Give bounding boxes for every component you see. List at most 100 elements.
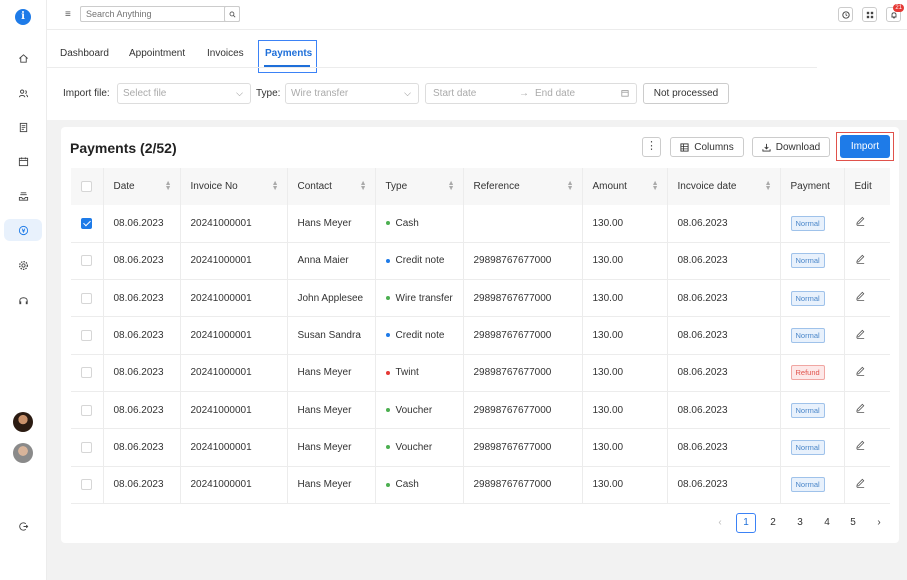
payments-icon[interactable] bbox=[4, 219, 42, 241]
cell-amount[interactable]: 130.00 bbox=[582, 466, 668, 504]
menu-icon[interactable]: ≡ bbox=[65, 9, 71, 20]
sort-icon[interactable]: ▲ ▼ bbox=[272, 180, 279, 192]
table-row[interactable]: 08.06.2023 20241000001 Susan Sandra Credit … bbox=[71, 316, 890, 355]
cell-amount[interactable]: 130.00 bbox=[582, 391, 668, 430]
sort-icon[interactable]: ▲ ▼ bbox=[567, 180, 574, 192]
cell-amount[interactable]: 130.00 bbox=[582, 279, 668, 318]
search-input[interactable] bbox=[81, 7, 221, 21]
column-header-type[interactable]: Type ▲ ▼ bbox=[375, 168, 464, 205]
edit-icon[interactable] bbox=[855, 441, 866, 454]
user-avatar-secondary[interactable] bbox=[13, 443, 33, 463]
search-icon bbox=[229, 11, 235, 17]
table-row[interactable]: 08.06.2023 20241000001 Hans Meyer Cash 29898… bbox=[71, 466, 890, 504]
not-processed-button[interactable]: Not processed bbox=[643, 83, 729, 104]
import-button[interactable]: Import bbox=[840, 135, 890, 158]
row-checkbox[interactable] bbox=[81, 441, 92, 453]
edit-icon[interactable] bbox=[855, 329, 866, 343]
import-file-select[interactable]: Select file ⌵ bbox=[117, 83, 251, 104]
logout-icon[interactable] bbox=[12, 515, 34, 537]
pagination-page-1[interactable]: 1 bbox=[736, 513, 756, 533]
sort-icon[interactable]: ▲ ▼ bbox=[652, 180, 659, 192]
row-checkbox[interactable] bbox=[81, 292, 92, 304]
document-icon[interactable] bbox=[12, 116, 34, 138]
pagination-page-3[interactable]: 3 bbox=[790, 513, 810, 533]
settings-icon[interactable] bbox=[12, 254, 34, 276]
pagination-page-5[interactable]: 5 bbox=[843, 513, 863, 533]
payments-table: Date ▲ ▼ Invoice No ▲ ▼ Contact ▲ ▼ Type ▲ ▼ Ref… bbox=[71, 168, 890, 504]
type-label: Cash bbox=[395, 217, 419, 229]
headphones-icon[interactable] bbox=[12, 289, 34, 311]
search-button[interactable] bbox=[224, 6, 240, 22]
inbox-icon[interactable] bbox=[12, 185, 34, 207]
sort-icon[interactable]: ▲ ▼ bbox=[360, 180, 367, 192]
edit-icon[interactable] bbox=[855, 217, 866, 230]
cell-reference: 29898767677000 bbox=[463, 279, 583, 318]
table-row[interactable]: 08.06.2023 20241000001 Hans Meyer Twint 2989… bbox=[71, 354, 890, 392]
download-button[interactable]: Download bbox=[752, 137, 830, 157]
column-header-amount[interactable]: Amount ▲ ▼ bbox=[582, 168, 668, 205]
cell-amount[interactable]: 130.00 bbox=[582, 205, 668, 243]
chevron-down-icon: ⌵ bbox=[236, 88, 243, 98]
cell-amount[interactable]: 130.00 bbox=[582, 428, 668, 467]
payment-status-badge: Normal bbox=[790, 439, 825, 455]
table-row[interactable]: 08.06.2023 20241000001 John Applesee Wire t… bbox=[71, 279, 890, 318]
edit-icon[interactable] bbox=[855, 254, 866, 268]
home-icon[interactable] bbox=[12, 47, 34, 69]
pagination-prev[interactable]: ‹ bbox=[710, 513, 730, 533]
type-select[interactable]: Wire transfer ⌵ bbox=[285, 83, 419, 104]
search-box[interactable] bbox=[80, 6, 240, 22]
help-button[interactable] bbox=[838, 7, 853, 22]
sort-icon[interactable]: ▲ ▼ bbox=[165, 180, 172, 192]
notifications-button[interactable]: 21 bbox=[886, 4, 904, 22]
cell-reference: 29898767677000 bbox=[463, 242, 583, 281]
payment-status-badge: Normal bbox=[790, 290, 825, 306]
sort-icon[interactable]: ▲ ▼ bbox=[765, 180, 772, 192]
cell-invoice-no: 20241000001 bbox=[180, 279, 288, 318]
tab-appointment[interactable]: Appointment bbox=[129, 48, 185, 59]
tab-dashboard[interactable]: Dashboard bbox=[60, 48, 109, 59]
edit-icon[interactable] bbox=[855, 478, 866, 492]
edit-icon[interactable] bbox=[855, 366, 866, 380]
tab-invoices[interactable]: Invoices bbox=[207, 48, 244, 59]
apps-button[interactable] bbox=[862, 7, 877, 22]
type-label: Voucher bbox=[395, 404, 433, 416]
table-row[interactable]: 08.06.2023 20241000001 Hans Meyer Cash 130.0… bbox=[71, 205, 890, 243]
edit-icon[interactable] bbox=[855, 403, 866, 417]
table-row[interactable]: 08.06.2023 20241000001 Hans Meyer Voucher 29… bbox=[71, 391, 890, 430]
user-avatar[interactable] bbox=[13, 412, 33, 432]
column-header-date[interactable]: Date ▲ ▼ bbox=[103, 168, 181, 205]
column-header-reference[interactable]: Reference ▲ ▼ bbox=[463, 168, 583, 205]
column-header-invoice-date[interactable]: Incvoice date ▲ ▼ bbox=[667, 168, 781, 205]
row-checkbox[interactable] bbox=[81, 217, 92, 229]
type-label: Credit note bbox=[395, 255, 445, 267]
row-checkbox[interactable] bbox=[81, 479, 92, 491]
table-row[interactable]: 08.06.2023 20241000001 Hans Meyer Voucher 29… bbox=[71, 428, 890, 467]
cell-amount[interactable]: 130.00 bbox=[582, 316, 668, 355]
column-header-contact[interactable]: Contact ▲ ▼ bbox=[287, 168, 376, 205]
edit-icon[interactable] bbox=[855, 292, 866, 305]
sort-icon[interactable]: ▲ ▼ bbox=[448, 180, 455, 192]
select-all-checkbox[interactable] bbox=[81, 180, 92, 192]
cell-reference: 29898767677000 bbox=[463, 316, 583, 355]
cell-amount[interactable]: 130.00 bbox=[582, 354, 668, 392]
row-checkbox[interactable] bbox=[81, 329, 92, 341]
columns-button[interactable]: Columns bbox=[670, 137, 744, 157]
calendar-icon bbox=[621, 84, 629, 104]
tab-payments[interactable]: Payments bbox=[265, 48, 312, 59]
pagination-page-2[interactable]: 2 bbox=[763, 513, 783, 533]
calendar-icon[interactable] bbox=[12, 150, 34, 172]
date-range-picker[interactable]: Start date → End date bbox=[425, 83, 637, 104]
payments-card: Payments (2/52) ⋮ Columns Download Impor… bbox=[61, 127, 899, 543]
column-header-invoice-no[interactable]: Invoice No ▲ ▼ bbox=[180, 168, 288, 205]
pagination-page-4[interactable]: 4 bbox=[817, 513, 837, 533]
row-checkbox[interactable] bbox=[81, 404, 92, 416]
pagination-next[interactable]: › bbox=[869, 513, 889, 533]
cell-contact: Hans Meyer bbox=[287, 205, 376, 243]
cell-amount[interactable]: 130.00 bbox=[582, 242, 668, 281]
row-checkbox[interactable] bbox=[81, 367, 92, 379]
more-options-button[interactable]: ⋮ bbox=[642, 137, 661, 157]
table-row[interactable]: 08.06.2023 20241000001 Anna Maier Credit no… bbox=[71, 242, 890, 281]
cell-payment: Normal bbox=[780, 316, 845, 355]
row-checkbox[interactable] bbox=[81, 255, 92, 267]
users-icon[interactable] bbox=[12, 82, 34, 104]
